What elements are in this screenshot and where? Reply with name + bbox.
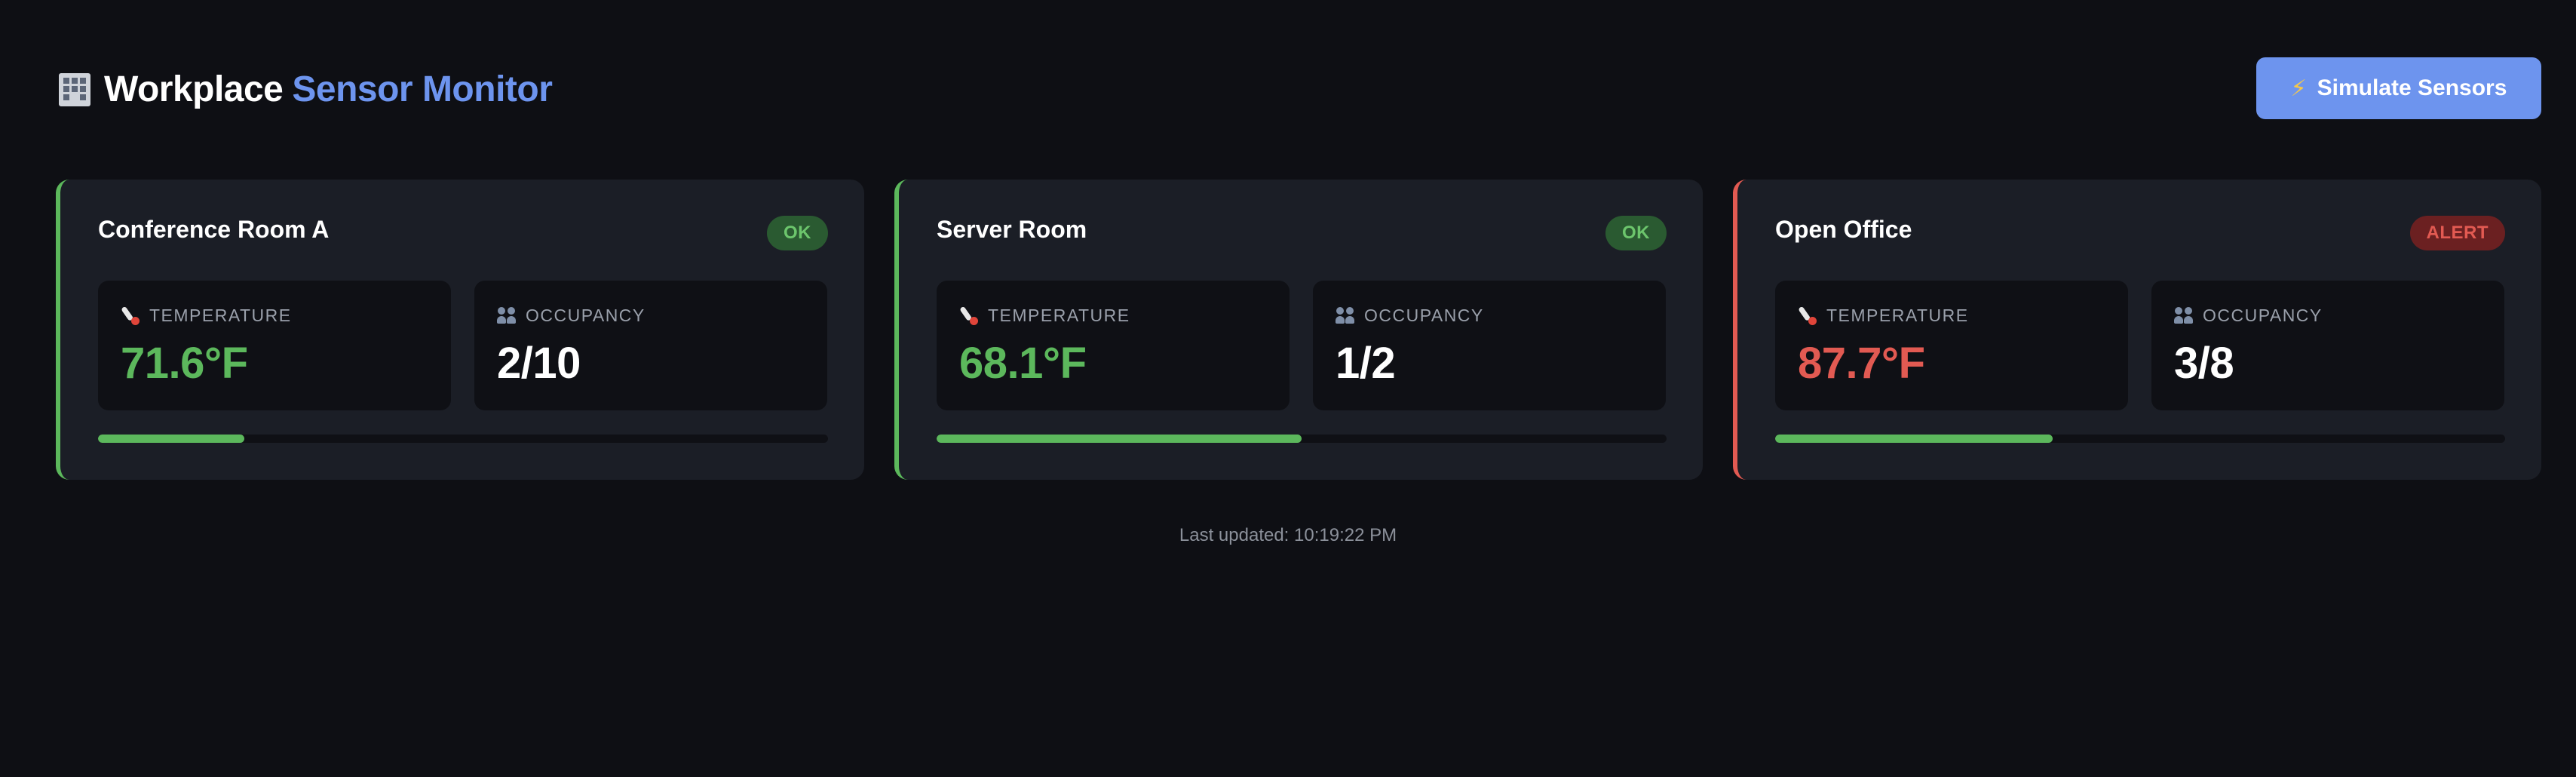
office-building-icon <box>56 70 94 108</box>
temperature-label: TEMPERATURE <box>121 305 292 326</box>
occupancy-panel: OCCUPANCY 3/8 <box>2151 281 2504 410</box>
occupancy-progress-fill <box>1775 435 2053 443</box>
occupancy-label-text: OCCUPANCY <box>526 305 646 325</box>
room-name: Server Room <box>937 216 1087 243</box>
status-badge: OK <box>1605 216 1667 250</box>
app-header: Workplace Sensor Monitor ⚡ Simulate Sens… <box>56 57 2541 121</box>
occupancy-value: 2/10 <box>497 339 581 388</box>
temperature-panel: TEMPERATURE 87.7°F <box>1775 281 2128 410</box>
temperature-label: TEMPERATURE <box>1798 305 1969 326</box>
occupancy-progress-fill <box>98 435 244 443</box>
page-title-accent: Sensor Monitor <box>292 69 553 109</box>
people-icon <box>1336 305 1357 326</box>
occupancy-progress-bar <box>1775 435 2505 443</box>
temperature-label-text: TEMPERATURE <box>149 305 292 325</box>
occupancy-progress-bar <box>937 435 1667 443</box>
occupancy-progress-bar <box>98 435 828 443</box>
temperature-panel: TEMPERATURE 68.1°F <box>937 281 1290 410</box>
room-name: Conference Room A <box>98 216 330 243</box>
status-badge: ALERT <box>2409 216 2505 250</box>
temperature-value: 68.1°F <box>959 339 1087 388</box>
room-name: Open Office <box>1775 216 1912 243</box>
occupancy-value: 1/2 <box>1336 339 1396 388</box>
temperature-value: 71.6°F <box>121 339 248 388</box>
occupancy-label: OCCUPANCY <box>2174 305 2323 326</box>
temperature-label: TEMPERATURE <box>959 305 1130 326</box>
occupancy-label-text: OCCUPANCY <box>1364 305 1484 325</box>
occupancy-label: OCCUPANCY <box>1336 305 1484 326</box>
occupancy-label-text: OCCUPANCY <box>2203 305 2323 325</box>
simulate-sensors-button[interactable]: ⚡ Simulate Sensors <box>2256 57 2541 119</box>
temperature-label-text: TEMPERATURE <box>988 305 1130 325</box>
thermometer-icon <box>1798 305 1819 326</box>
room-cards: Conference Room A OK TEMPERATURE 71.6°F … <box>56 180 2541 481</box>
people-icon <box>2174 305 2195 326</box>
occupancy-label: OCCUPANCY <box>497 305 646 326</box>
page-title: Workplace Sensor Monitor <box>56 57 553 121</box>
thermometer-icon <box>121 305 142 326</box>
temperature-label-text: TEMPERATURE <box>1826 305 1969 325</box>
occupancy-value: 3/8 <box>2174 339 2234 388</box>
status-badge: OK <box>767 216 828 250</box>
simulate-sensors-label: Simulate Sensors <box>2317 75 2507 100</box>
temperature-value: 87.7°F <box>1798 339 1925 388</box>
page-title-main: Workplace <box>104 69 284 109</box>
occupancy-progress-fill <box>937 435 1302 443</box>
lightning-bolt-icon: ⚡ <box>2290 75 2307 101</box>
room-card-server-room: Server Room OK TEMPERATURE 68.1°F OCCUPA… <box>894 180 1703 480</box>
last-updated-text: Last updated: 10:19:22 PM <box>1179 525 1397 545</box>
thermometer-icon <box>959 305 980 326</box>
occupancy-panel: OCCUPANCY 2/10 <box>474 281 827 410</box>
room-card-conference-room-a: Conference Room A OK TEMPERATURE 71.6°F … <box>56 180 864 480</box>
temperature-panel: TEMPERATURE 71.6°F <box>98 281 451 410</box>
people-icon <box>497 305 518 326</box>
occupancy-panel: OCCUPANCY 1/2 <box>1313 281 1666 410</box>
room-card-open-office: Open Office ALERT TEMPERATURE 87.7°F OCC… <box>1733 180 2541 480</box>
